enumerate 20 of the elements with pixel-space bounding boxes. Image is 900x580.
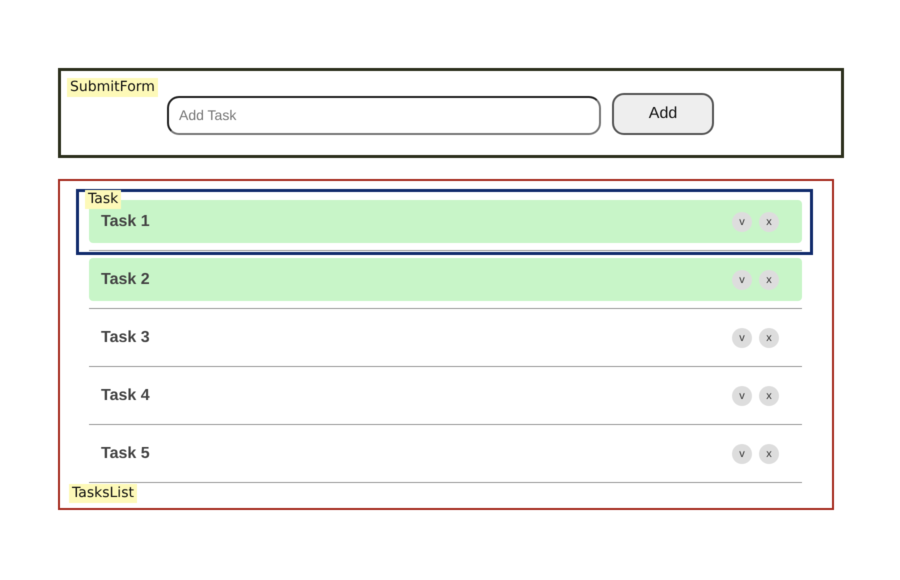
complete-button[interactable]: v <box>732 386 752 406</box>
task-name: Task 2 <box>101 270 150 288</box>
complete-button[interactable]: v <box>732 270 752 290</box>
component-label: SubmitForm <box>67 78 158 97</box>
complete-button[interactable]: v <box>732 328 752 348</box>
add-button[interactable]: Add <box>612 93 714 135</box>
component-label: Task <box>85 190 122 209</box>
component-label: TasksList <box>69 484 137 503</box>
delete-button[interactable]: x <box>759 328 779 348</box>
task-input-field[interactable]: Add Task <box>167 96 601 134</box>
complete-button[interactable]: v <box>732 212 752 232</box>
delete-button[interactable]: x <box>759 270 779 290</box>
complete-button[interactable]: v <box>732 444 752 464</box>
task-name: Task 3 <box>101 328 150 346</box>
delete-button[interactable]: x <box>759 386 779 406</box>
delete-button[interactable]: x <box>759 212 779 232</box>
task-name: Task 1 <box>101 212 150 230</box>
delete-button[interactable]: x <box>759 444 779 464</box>
task-name: Task 5 <box>101 444 150 462</box>
task-name: Task 4 <box>101 386 150 404</box>
